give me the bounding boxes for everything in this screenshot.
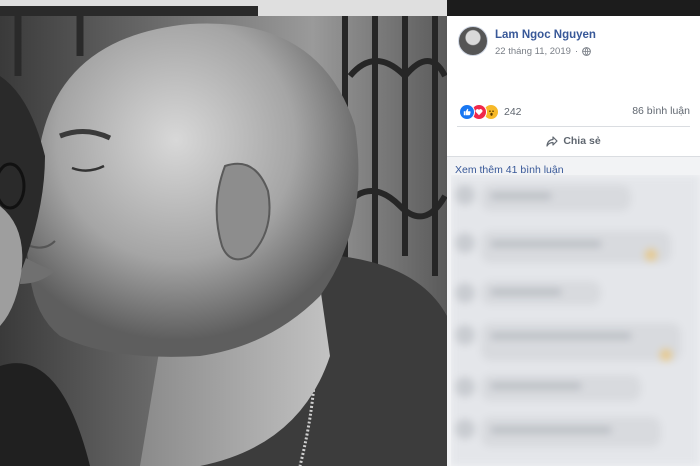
reaction-count: 242 (504, 106, 522, 118)
meta-separator: · (574, 46, 579, 57)
comments-section: Xem thêm 41 bình luận (447, 157, 700, 466)
share-icon (546, 135, 558, 147)
top-strip (0, 0, 447, 16)
author-name[interactable]: Lam Ngoc Nguyen (495, 29, 596, 41)
share-button[interactable]: Chia sẻ (447, 130, 700, 152)
like-icon (459, 104, 475, 120)
share-label: Chia sẻ (563, 135, 601, 147)
top-dark-bar (0, 6, 258, 16)
post-header: Lam Ngoc Nguyen 22 tháng 11, 2019 · (447, 16, 700, 68)
post-photo[interactable] (0, 16, 447, 466)
avatar[interactable] (458, 26, 488, 56)
blurred-comments (451, 175, 700, 466)
post-date[interactable]: 22 tháng 11, 2019 (495, 46, 571, 57)
photo-image (0, 16, 447, 466)
post-meta: 22 tháng 11, 2019 · (495, 46, 591, 57)
globe-icon (582, 47, 591, 56)
divider (457, 126, 690, 127)
post-side-panel: Lam Ngoc Nguyen 22 tháng 11, 2019 · 242 … (447, 16, 700, 466)
comment-count[interactable]: 86 bình luận (632, 105, 690, 117)
reactions-summary[interactable]: 242 (459, 104, 522, 120)
blurred-comments-image (451, 175, 700, 466)
